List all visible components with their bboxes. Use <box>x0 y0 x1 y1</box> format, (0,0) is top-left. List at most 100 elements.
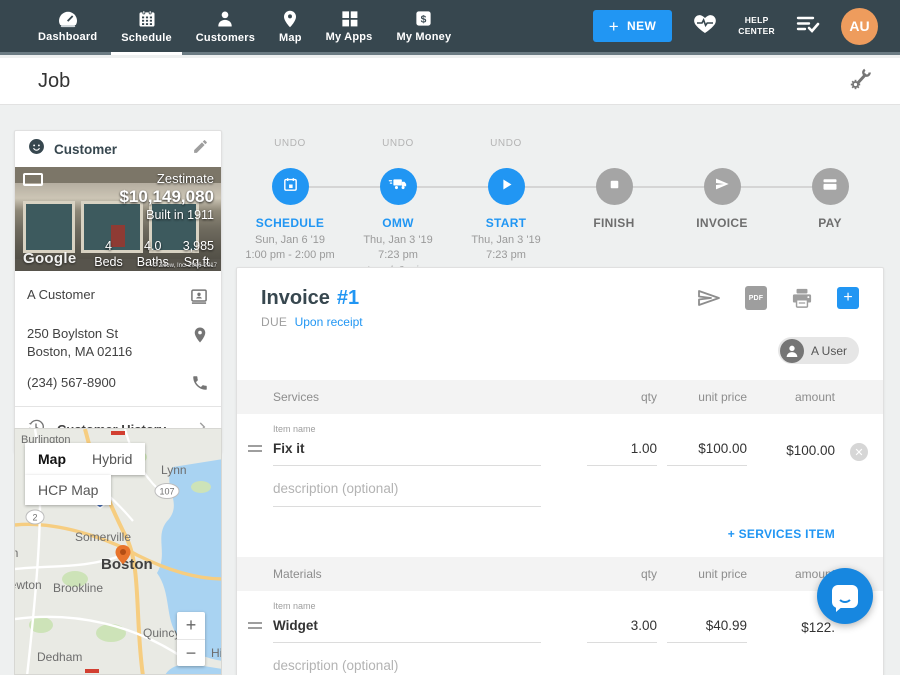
col-qty: qty <box>577 390 657 404</box>
chat-bubble-icon <box>832 585 858 608</box>
step-time: 1:00 pm - 2:00 pm <box>245 249 334 261</box>
nav-item-customers[interactable]: Customers <box>184 0 267 52</box>
drag-handle[interactable] <box>237 622 273 643</box>
truck-icon <box>388 176 408 197</box>
person-icon <box>215 9 235 29</box>
sqft-value: 3,985 <box>183 239 214 255</box>
map-label: Newton <box>15 578 42 592</box>
nav-item-schedule[interactable]: Schedule <box>109 0 184 52</box>
invoice-step-button[interactable] <box>704 168 741 205</box>
route-badge-107: 107 <box>155 484 179 499</box>
pdf-icon[interactable]: PDF <box>745 286 767 310</box>
zoom-in-button[interactable]: + <box>177 612 205 639</box>
job-settings-icon[interactable] <box>846 67 872 96</box>
finish-step-button[interactable] <box>596 168 633 205</box>
invoice-number[interactable]: #1 <box>337 287 359 310</box>
nav-item-dashboard[interactable]: Dashboard <box>26 0 109 52</box>
step-label: START <box>486 216 527 230</box>
unit-price-field <box>667 440 747 466</box>
service-line-item: Item name $100.00 ✕ <box>237 424 883 466</box>
assigned-user-chip[interactable]: A User <box>778 337 859 364</box>
services-section-header: Services qty unit price amount <box>237 380 883 414</box>
unit-price-input[interactable] <box>667 441 747 456</box>
mini-map[interactable]: 2 107 93 Burlington Lynn Somerville ham … <box>14 428 222 675</box>
section-title: Services <box>273 390 577 404</box>
help-center-line1: HELP <box>738 15 775 26</box>
drag-handle[interactable] <box>237 445 273 466</box>
nav-right-group: + NEW HELP CENTER AU <box>593 0 900 52</box>
description-input[interactable] <box>273 658 541 673</box>
timeline-step-pay: PAY <box>776 133 884 276</box>
svg-text:107: 107 <box>159 487 174 497</box>
play-icon <box>499 177 514 197</box>
map-pin-icon <box>281 9 299 29</box>
timeline-step-schedule: UNDO SCHEDULE Sun, Jan 6 '191:00 pm - 2:… <box>236 133 344 276</box>
stop-icon <box>608 178 621 196</box>
nav-item-my-money[interactable]: $ My Money <box>385 0 464 52</box>
nav-item-my-apps[interactable]: My Apps <box>314 0 385 52</box>
phone-icon[interactable] <box>191 374 209 397</box>
zestimate-label: Zestimate <box>119 171 214 186</box>
qty-input[interactable] <box>587 441 657 456</box>
pdf-chip-label: PDF <box>745 286 767 310</box>
top-navigation: Dashboard Schedule Customers Map My Apps <box>0 0 900 55</box>
step-label: INVOICE <box>696 216 747 230</box>
customer-address: 250 Boylston St Boston, MA 02116 <box>27 325 132 360</box>
user-avatar[interactable]: AU <box>841 8 878 45</box>
step-date: Thu, Jan 3 '19 <box>363 234 432 246</box>
address-line1: 250 Boylston St <box>27 325 132 343</box>
add-invoice-icon[interactable]: + <box>837 287 859 309</box>
route-badge-2: 2 <box>26 510 44 524</box>
map-type-hybrid-button[interactable]: Hybrid <box>79 443 145 475</box>
nav-item-map[interactable]: Map <box>267 0 314 52</box>
omw-step-button[interactable] <box>380 168 417 205</box>
unit-price-input[interactable] <box>667 618 747 633</box>
health-heart-icon[interactable] <box>692 12 718 41</box>
map-label: Dedham <box>37 650 82 664</box>
map-type-map-button[interactable]: Map <box>25 443 79 475</box>
credit-card-icon-button[interactable] <box>812 168 849 205</box>
map-label: Quincy <box>143 626 180 640</box>
map-label: ham <box>15 546 18 560</box>
user-silhouette-icon <box>780 339 804 363</box>
assigned-user-name: A User <box>811 344 847 358</box>
schedule-step-button[interactable] <box>272 168 309 205</box>
help-center-link[interactable]: HELP CENTER <box>738 15 775 37</box>
print-icon[interactable] <box>791 288 813 308</box>
undo-link[interactable]: UNDO <box>274 138 306 152</box>
customer-card: Customer Zestimate $10,149,080 Built in … <box>14 130 222 453</box>
nav-items: Dashboard Schedule Customers Map My Apps <box>0 0 463 52</box>
description-field <box>273 657 541 675</box>
undo-link[interactable]: UNDO <box>490 138 522 152</box>
description-input[interactable] <box>273 481 541 496</box>
photo-detail <box>23 201 75 253</box>
chat-fab-button[interactable] <box>817 568 873 624</box>
send-invoice-icon[interactable] <box>697 288 721 308</box>
due-value-link[interactable]: Upon receipt <box>295 315 363 329</box>
invoice-card: Invoice #1 PDF + DUE Upon receipt <box>236 267 884 675</box>
calendar-icon <box>282 176 299 198</box>
map-type-hcp-button[interactable]: HCP Map <box>25 475 111 505</box>
new-button[interactable]: + NEW <box>593 10 673 42</box>
new-button-label: NEW <box>627 19 656 33</box>
line-amount: $122. <box>747 620 835 643</box>
qty-input[interactable] <box>587 618 657 633</box>
remove-item-icon[interactable]: ✕ <box>850 443 868 461</box>
zoom-out-button[interactable]: − <box>177 639 205 666</box>
start-step-button[interactable] <box>488 168 525 205</box>
undo-link[interactable]: UNDO <box>382 138 414 152</box>
contact-card-icon[interactable] <box>189 286 209 311</box>
customer-details: A Customer 250 Boylston St Boston, MA 02… <box>15 271 221 406</box>
add-services-item-link[interactable]: + SERVICES ITEM <box>728 527 835 541</box>
address-line2: Boston, MA 02116 <box>27 343 132 361</box>
due-label: DUE <box>261 315 287 329</box>
customer-address-row: 250 Boylston St Boston, MA 02116 <box>27 320 209 369</box>
checklist-icon[interactable] <box>795 13 821 40</box>
item-name-input[interactable] <box>273 441 541 456</box>
location-pin-icon[interactable] <box>191 325 209 350</box>
col-qty: qty <box>577 567 657 581</box>
plus-icon: + <box>609 18 619 35</box>
property-photo[interactable]: Zestimate $10,149,080 Built in 1911 4Bed… <box>15 167 221 271</box>
item-name-input[interactable] <box>273 618 541 633</box>
edit-pencil-icon[interactable] <box>192 138 209 160</box>
